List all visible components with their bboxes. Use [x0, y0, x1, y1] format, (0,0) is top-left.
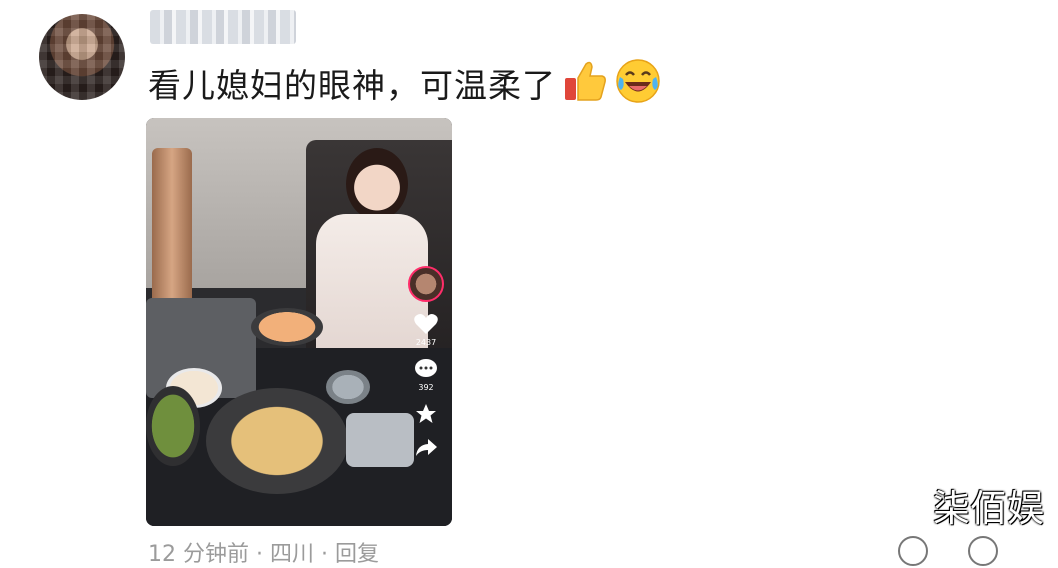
- photo-plate: [146, 386, 200, 466]
- avatar-blur: [39, 14, 125, 100]
- star-icon[interactable]: [414, 402, 438, 426]
- footer-actions: [898, 536, 998, 566]
- user-avatar[interactable]: [39, 14, 125, 100]
- heart-icon[interactable]: [413, 312, 439, 336]
- comment-count: 392: [418, 383, 434, 392]
- comment-row: 看儿媳妇的眼神，可温柔了: [148, 56, 662, 110]
- username-blurred[interactable]: username: [150, 10, 296, 44]
- thumbs-up-icon: [562, 58, 608, 108]
- photo-plate: [206, 388, 348, 494]
- share-icon[interactable]: [414, 436, 438, 458]
- photo-plate: [251, 308, 323, 346]
- like-count: 2437: [415, 338, 437, 347]
- comment-control[interactable]: 392: [413, 357, 439, 392]
- creator-avatar-icon[interactable]: [408, 266, 444, 302]
- photo-tray: [346, 413, 414, 467]
- laughing-crying-emoji: [614, 57, 662, 109]
- photo-bowl: [326, 370, 370, 404]
- comment-text: 看儿媳妇的眼神，可温柔了: [148, 66, 556, 105]
- like-control[interactable]: 2437: [413, 312, 439, 347]
- comment-footer: 12 分钟前 · 四川 · 回复: [148, 542, 379, 567]
- comment-photo[interactable]: 2437 392: [146, 118, 452, 526]
- like-outline-icon[interactable]: [898, 536, 928, 566]
- photo-person-head: [346, 148, 408, 220]
- watermark: 柒佰娱: [933, 487, 1044, 530]
- video-side-controls: 2437 392: [406, 266, 446, 458]
- comment-bubble-icon[interactable]: [413, 357, 439, 381]
- reply-icon[interactable]: [968, 536, 998, 566]
